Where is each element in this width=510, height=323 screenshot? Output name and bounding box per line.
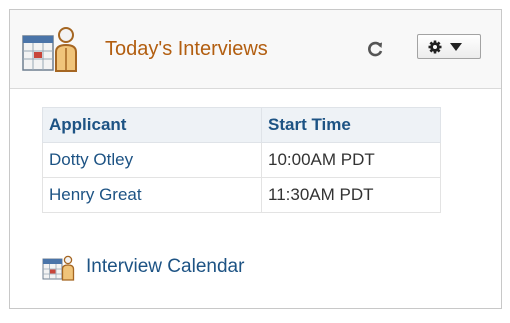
gear-icon — [428, 40, 442, 54]
interviews-pagelet: Today's Interviews Applicant Start Time … — [9, 9, 502, 309]
table-header-row: Applicant Start Time — [42, 107, 441, 143]
chevron-down-icon — [450, 43, 462, 51]
pagelet-body: Applicant Start Time Dotty Otley 10:00AM… — [10, 89, 501, 308]
page-title: Today's Interviews — [105, 38, 268, 60]
calendar-person-icon — [22, 27, 77, 72]
refresh-icon[interactable] — [365, 39, 385, 59]
column-header-start-time[interactable]: Start Time — [261, 107, 441, 143]
interviews-table: Applicant Start Time Dotty Otley 10:00AM… — [42, 107, 441, 213]
interview-calendar-label[interactable]: Interview Calendar — [86, 256, 244, 278]
pagelet-header: Today's Interviews — [10, 10, 501, 89]
table-row: Dotty Otley 10:00AM PDT — [42, 142, 441, 178]
start-time-cell: 11:30AM PDT — [261, 177, 441, 213]
column-header-applicant[interactable]: Applicant — [42, 107, 262, 143]
options-menu-button[interactable] — [417, 34, 481, 59]
applicant-link[interactable]: Dotty Otley — [42, 142, 262, 178]
calendar-person-icon — [42, 255, 75, 281]
table-row: Henry Great 11:30AM PDT — [42, 177, 441, 213]
start-time-cell: 10:00AM PDT — [261, 142, 441, 178]
applicant-link[interactable]: Henry Great — [42, 177, 262, 213]
